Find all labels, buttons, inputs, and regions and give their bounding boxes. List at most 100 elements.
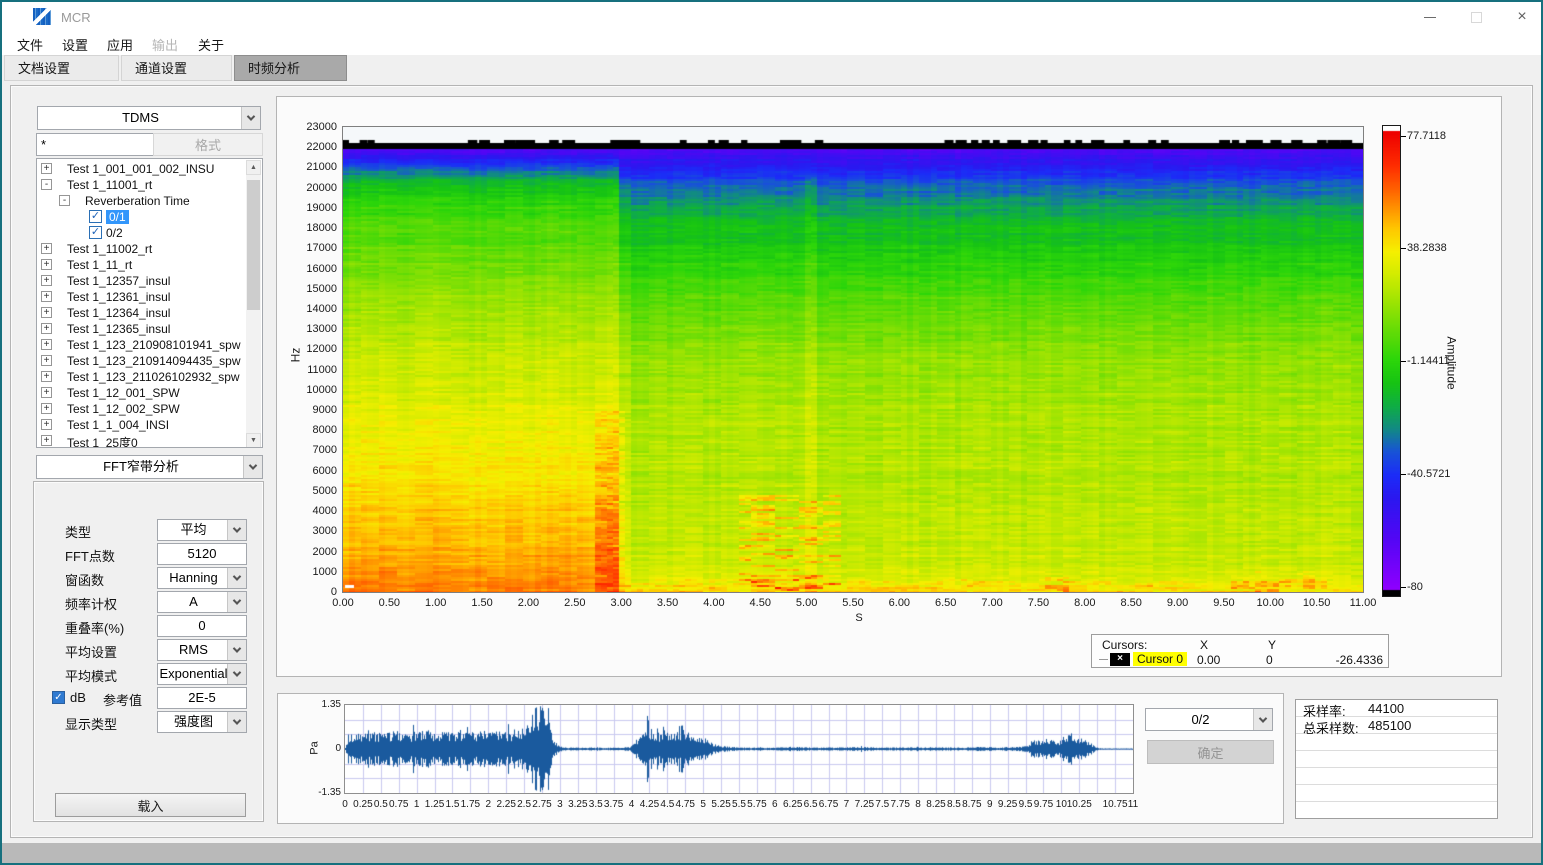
info-row: 采样率:44100 xyxy=(1296,700,1497,717)
tree-item[interactable]: +Test 1_12364_insul xyxy=(37,305,262,321)
param-select[interactable]: Hanning xyxy=(157,567,247,589)
tree-item[interactable]: -Test 1_11001_rt xyxy=(37,177,262,193)
expand-plus-icon[interactable]: + xyxy=(41,355,52,366)
tree-item-label: Test 1_123_211026102932_spw xyxy=(67,370,240,384)
tree-item[interactable]: - Reverberation Time xyxy=(37,193,262,209)
axis-tick-label: 19000 xyxy=(293,202,337,214)
tree-item-label: Test 1_11_rt xyxy=(67,258,132,272)
menu-item-4[interactable]: 关于 xyxy=(198,35,224,54)
tree-item[interactable]: + Test 1_11_rt xyxy=(37,257,262,273)
tree-item[interactable]: +Test 1_001_001_002_INSU xyxy=(37,161,262,177)
filter-input[interactable] xyxy=(36,133,154,156)
colorbar-tick xyxy=(1401,248,1406,249)
expand-plus-icon[interactable]: + xyxy=(41,435,52,446)
channel-select[interactable]: 0/2 xyxy=(1145,708,1273,731)
param-value: 2E-5 xyxy=(158,688,246,708)
expand-plus-icon[interactable]: + xyxy=(41,371,52,382)
axis-tick-label: 10.25 xyxy=(1063,799,1095,810)
expand-plus-icon[interactable]: + xyxy=(41,243,52,254)
param-select[interactable]: Exponential xyxy=(157,663,247,685)
tree-item[interactable]: +Test 1_12361_insul xyxy=(37,289,262,305)
tree-item[interactable]: ✓0/2 xyxy=(37,225,262,241)
window-minimize-button[interactable] xyxy=(1407,2,1453,32)
format-button[interactable]: 格式 xyxy=(153,133,263,156)
tree-item[interactable]: +Test 1_11002_rt xyxy=(37,241,262,257)
tab-2[interactable]: 时频分析 xyxy=(234,55,347,81)
param-input[interactable]: 0 xyxy=(157,615,247,637)
expand-plus-icon[interactable]: + xyxy=(41,339,52,350)
collapse-minus-icon[interactable]: - xyxy=(41,179,52,190)
chevron-down-icon[interactable] xyxy=(241,107,260,129)
tree-item[interactable]: +Test 1_25度0 xyxy=(37,433,262,448)
expand-plus-icon[interactable]: + xyxy=(41,163,52,174)
tree-item[interactable]: +Test 1_12357_insul xyxy=(37,273,262,289)
chevron-down-icon[interactable] xyxy=(227,592,246,612)
collapse-minus-icon[interactable]: - xyxy=(59,195,70,206)
tab-1[interactable]: 通道设置 xyxy=(121,55,232,81)
window-maximize-button[interactable] xyxy=(1453,2,1499,32)
tree-item[interactable]: +Test 1_12_001_SPW xyxy=(37,385,262,401)
expand-plus-icon[interactable]: + xyxy=(41,307,52,318)
axis-tick-label: 5000 xyxy=(293,485,337,497)
cursor-crosshair-icon[interactable]: × xyxy=(1110,653,1130,666)
checkbox[interactable]: ✓ xyxy=(89,226,102,239)
axis-tick-label: 6.50 xyxy=(924,597,968,609)
menu-item-0[interactable]: 文件 xyxy=(17,35,43,54)
axis-tick-label: 2000 xyxy=(293,546,337,558)
tree-item[interactable]: ✓0/1 xyxy=(37,209,262,225)
param-input[interactable]: 5120 xyxy=(157,543,247,565)
chevron-down-icon[interactable] xyxy=(227,640,246,660)
param-select[interactable]: 强度图 xyxy=(157,711,247,733)
menu-item-1[interactable]: 设置 xyxy=(62,35,88,54)
chevron-down-icon[interactable] xyxy=(227,664,246,684)
expand-plus-icon[interactable]: + xyxy=(41,291,52,302)
cursor-amplitude-value: -26.4336 xyxy=(1297,653,1383,667)
tree-item[interactable]: + Test 1_123_211026102932_spw xyxy=(37,369,262,385)
tree-item[interactable]: +Test 1_123_210908101941_spw xyxy=(37,337,262,353)
cursor-name[interactable]: Cursor 0 xyxy=(1133,652,1187,666)
db-checkbox[interactable]: ✓ xyxy=(52,691,65,704)
param-select[interactable]: RMS xyxy=(157,639,247,661)
load-button[interactable]: 载入 xyxy=(55,793,246,817)
expand-plus-icon[interactable]: + xyxy=(41,387,52,398)
axis-tick-label: 11.00 xyxy=(1341,597,1385,609)
file-format-select[interactable]: TDMS xyxy=(37,106,261,130)
colorbar-tick-label: -80 xyxy=(1407,581,1423,593)
param-label: 重叠率(%) xyxy=(65,618,124,637)
chevron-down-icon[interactable] xyxy=(227,712,246,732)
axis-tick-label: 10.00 xyxy=(1248,597,1292,609)
tree-item[interactable]: + Test 1_1_004_INSI xyxy=(37,417,262,433)
waveform-plot[interactable] xyxy=(345,705,1133,793)
param-select[interactable]: 平均 xyxy=(157,519,247,541)
window-title: MCR xyxy=(61,10,91,25)
expand-plus-icon[interactable]: + xyxy=(41,323,52,334)
confirm-button[interactable]: 确定 xyxy=(1147,740,1274,764)
axis-tick-label: 1.35 xyxy=(305,699,341,710)
tree-item[interactable]: +Test 1_12365_insul xyxy=(37,321,262,337)
tree-item[interactable]: + Test 1_12_002_SPW xyxy=(37,401,262,417)
axis-tick-label: 23000 xyxy=(293,121,337,133)
chevron-down-icon[interactable] xyxy=(243,456,262,478)
checkbox[interactable]: ✓ xyxy=(89,210,102,223)
expand-plus-icon[interactable]: + xyxy=(41,403,52,414)
expand-plus-icon[interactable]: + xyxy=(41,419,52,430)
file-format-select-value: TDMS xyxy=(38,107,260,128)
param-label: 类型 xyxy=(65,522,91,541)
tree-item-label: Test 1_1_004_INSI xyxy=(67,418,169,432)
expand-plus-icon[interactable]: + xyxy=(41,275,52,286)
tree-item-label: Test 1_12_002_SPW xyxy=(67,402,180,416)
analysis-type-select[interactable]: FFT窄带分析 xyxy=(36,455,263,479)
tab-0[interactable]: 文档设置 xyxy=(4,55,119,81)
tree-item[interactable]: +Test 1_123_210914094435_spw xyxy=(37,353,262,369)
menu-item-3[interactable]: 输出 xyxy=(152,35,178,54)
chevron-down-icon[interactable] xyxy=(1253,709,1272,730)
param-select[interactable]: A xyxy=(157,591,247,613)
window-close-button[interactable]: × xyxy=(1499,2,1543,32)
tree-item-label: Reverberation Time xyxy=(85,194,190,208)
param-input[interactable]: 2E-5 xyxy=(157,687,247,709)
chevron-down-icon[interactable] xyxy=(227,568,246,588)
menu-item-2[interactable]: 应用 xyxy=(107,35,133,54)
expand-plus-icon[interactable]: + xyxy=(41,259,52,270)
chevron-down-icon[interactable] xyxy=(227,520,246,540)
spectrogram-plot[interactable] xyxy=(343,127,1363,592)
